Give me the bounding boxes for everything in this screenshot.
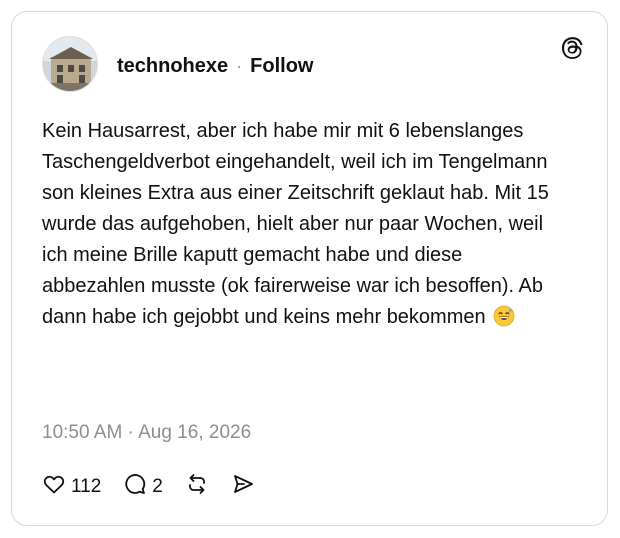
separator-dot: · — [236, 56, 243, 76]
like-button[interactable]: 112 — [42, 472, 101, 502]
post-timestamp: 10:50 AM · Aug 16, 2026 — [42, 422, 252, 443]
repost-button[interactable] — [185, 472, 209, 502]
action-bar: 112 2 — [42, 472, 277, 502]
post-text: Kein Hausarrest, aber ich habe mir mit 6… — [42, 116, 562, 333]
share-icon — [231, 472, 255, 502]
username[interactable]: technohexe — [117, 55, 228, 78]
threads-logo-icon[interactable] — [559, 34, 585, 60]
post-body: Kein Hausarrest, aber ich habe mir mit 6… — [42, 120, 549, 328]
like-count: 112 — [71, 476, 102, 497]
follow-button[interactable]: Follow — [250, 55, 313, 78]
grinning-face-with-sweat-icon — [493, 305, 515, 327]
share-button[interactable] — [231, 472, 255, 502]
reply-button[interactable]: 2 — [123, 472, 163, 502]
post-header: technohexe · Follow — [117, 55, 313, 78]
avatar[interactable] — [42, 36, 98, 92]
reply-count: 2 — [152, 476, 163, 497]
heart-icon — [42, 472, 66, 502]
reply-icon — [123, 472, 147, 502]
repost-icon — [185, 472, 209, 502]
post-card: technohexe · Follow Kein Hausarrest, abe… — [11, 11, 608, 526]
